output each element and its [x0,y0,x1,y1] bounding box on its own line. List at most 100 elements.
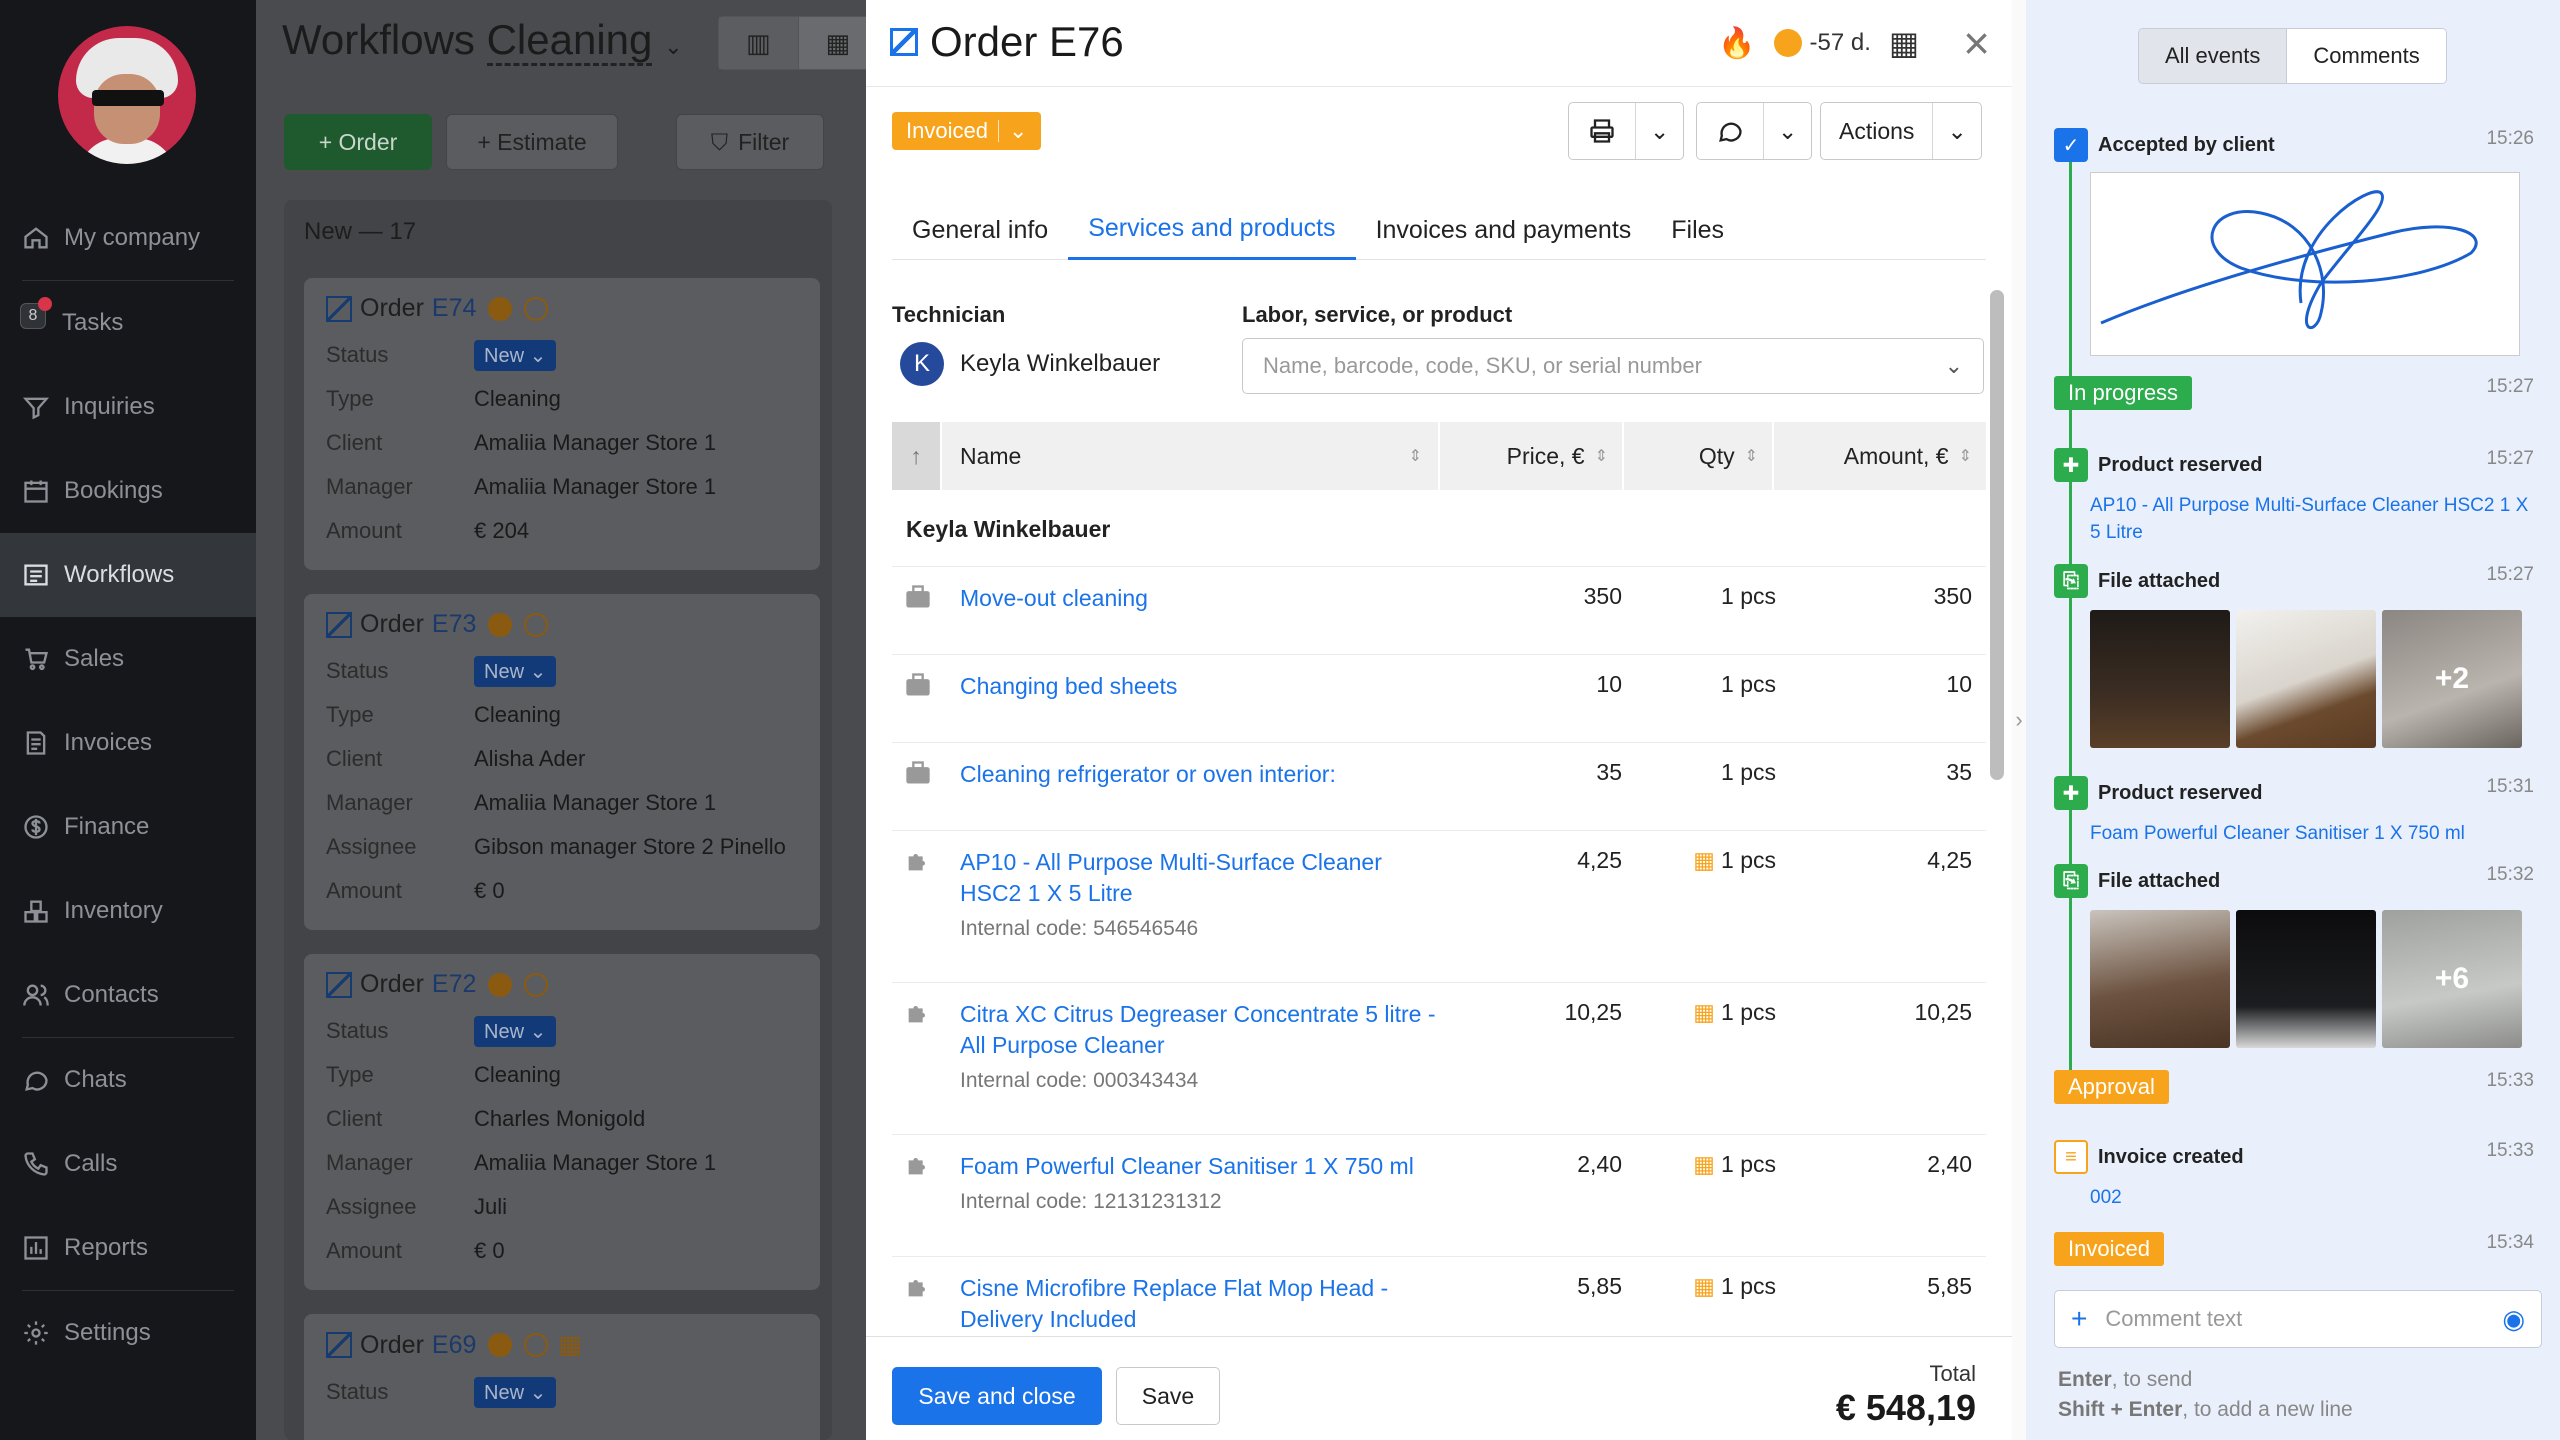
actions-button[interactable]: Actions ⌄ [1820,102,1982,160]
attachment-thumbnail[interactable] [2236,910,2376,1048]
sidebar-item-settings[interactable]: Settings [0,1291,256,1375]
status-badge[interactable]: New ⌄ [474,1376,557,1408]
sidebar: My company 8 Tasks Inquiries Bookings Wor… [0,0,256,1440]
gear-icon [24,1321,48,1345]
reserved-boxes-icon: ▦ [1693,847,1716,873]
boxes-icon [24,900,48,923]
chevron-down-icon: ⌄ [1008,118,1028,143]
product-puzzle-icon [904,1151,932,1179]
filter-button[interactable]: ⛉ Filter [676,114,824,170]
order-card[interactable]: Order E73 Status New ⌄ Type Cleaning Client… [304,594,820,930]
product-search-input[interactable]: Name, barcode, code, SKU, or serial numb… [1242,338,1984,394]
col-price[interactable]: Price, € ⇕ [1440,422,1624,490]
order-title: Order E76 [930,18,1124,65]
order-modal: Order E76 🔥 -57 d. ▦ × Invoiced ⌄ ⌄ ⌄ Act… [866,0,2026,1440]
technician-select[interactable]: K Keyla Winkelbauer [900,342,1160,386]
collapse-panel-handle[interactable]: › [2012,0,2026,1440]
sidebar-item-finance[interactable]: Finance [0,785,256,869]
order-card[interactable]: Order E74 Status New ⌄ Type Cleaning Client… [304,278,820,570]
table-row[interactable]: Citra XC Citrus Degreaser Concentrate 5 … [892,982,1986,1134]
message-button[interactable]: ⌄ [1696,102,1813,160]
table-row[interactable]: Cleaning refrigerator or oven interior: … [892,742,1986,830]
status-badge[interactable]: New ⌄ [474,339,557,371]
tab-invoices-payments[interactable]: Invoices and payments [1356,200,1652,260]
view-switcher[interactable]: ▥ ▦ [718,16,878,70]
plus-icon[interactable]: + [2071,1303,2087,1335]
chevron-right-icon: › [2015,707,2023,732]
col-amount[interactable]: Amount, € ⇕ [1774,422,1986,490]
table-row[interactable]: AP10 - All Purpose Multi-Surface Cleaner… [892,830,1986,982]
order-card[interactable]: Order E72 Status New ⌄ Type Cleaning Client… [304,954,820,1290]
more-attachments[interactable]: +2 [2382,610,2522,748]
tab-all-events[interactable]: All events [2139,29,2288,83]
save-button[interactable]: Save [1116,1367,1220,1425]
sidebar-item-bookings[interactable]: Bookings [0,449,256,533]
comment-input[interactable]: + Comment text ◉ [2054,1290,2542,1348]
chevron-down-icon[interactable]: ⌄ [1635,103,1683,159]
user-avatar[interactable] [58,26,196,164]
chevron-down-icon[interactable]: ⌄ [1932,103,1980,159]
sidebar-item-invoices[interactable]: Invoices [0,701,256,785]
table-row[interactable]: Move-out cleaning 350 1 pcs 350 [892,566,1986,654]
flame-icon: 🔥 [1718,26,1756,60]
kanban-view-icon[interactable]: ▥ [719,17,799,69]
print-button[interactable]: ⌄ [1568,102,1685,160]
table-row[interactable]: Changing bed sheets 10 1 pcs 10 [892,654,1986,742]
add-estimate-button[interactable]: + Estimate [446,114,618,170]
tab-comments[interactable]: Comments [2287,29,2446,83]
order-card[interactable]: Order E69 ▦ Status New ⌄ [304,1314,820,1440]
notification-dot [38,297,52,311]
sidebar-item-contacts[interactable]: Contacts [0,953,256,1037]
funnel-icon [22,397,50,420]
events-panel: All events Comments ✓ Accepted by client 1… [2026,0,2560,1440]
tab-services-products[interactable]: Services and products [1068,200,1356,260]
table-row[interactable]: Cisne Microfibre Replace Flat Mop Head -… [892,1256,1986,1336]
table-row[interactable]: Foam Powerful Cleaner Sanitiser 1 X 750 … [892,1134,1986,1256]
save-and-close-button[interactable]: Save and close [892,1367,1102,1425]
sidebar-item-inquiries[interactable]: Inquiries [0,365,256,449]
scrollbar[interactable] [1990,290,2004,780]
eye-icon[interactable]: ◉ [2502,1304,2525,1335]
close-icon[interactable]: × [1963,20,1990,66]
pipeline-select[interactable]: Cleaning [486,16,653,66]
sidebar-item-inventory[interactable]: Inventory [0,869,256,953]
sidebar-item-sales[interactable]: Sales [0,617,256,701]
sidebar-item-reports[interactable]: Reports [0,1206,256,1290]
overdue-icon [488,1333,513,1357]
col-name[interactable]: Name ⇕ [942,422,1440,490]
event-accepted: ✓ Accepted by client 15:26 [2054,128,2534,356]
paperclip-icon: ⎘ [2054,864,2088,898]
invoice-link[interactable]: 002 [2090,1184,2534,1211]
reserved-icon: ▦ [558,1331,583,1359]
attachment-thumbnail[interactable] [2090,910,2230,1048]
workflow-board: Workflows Cleaning ⌄ ▥ ▦ + Order + Estima… [256,0,878,1440]
service-icon [904,583,932,611]
events-tabs: All events Comments [2138,28,2447,84]
paperclip-icon: ⎘ [2054,564,2088,598]
reserved-product-link[interactable]: Foam Powerful Cleaner Sanitiser 1 X 750 … [2090,820,2534,847]
sidebar-item-my-company[interactable]: My company [0,196,256,280]
more-attachments[interactable]: +6 [2382,910,2522,1048]
puzzle-icon: ✚ [2054,776,2088,810]
sidebar-item-workflows[interactable]: Workflows [0,533,256,617]
tab-general-info[interactable]: General info [892,200,1068,260]
attachment-thumbnail[interactable] [2090,610,2230,748]
total-label: Total [1929,1361,1976,1386]
order-status-select[interactable]: Invoiced ⌄ [892,112,1042,150]
qr-code-icon[interactable]: ▦ [1889,24,1919,62]
reserved-product-link[interactable]: AP10 - All Purpose Multi-Surface Cleaner… [2090,492,2534,546]
chevron-down-icon[interactable]: ⌄ [1763,103,1811,159]
status-badge[interactable]: New ⌄ [474,1015,557,1047]
tab-files[interactable]: Files [1651,200,1744,260]
sidebar-item-calls[interactable]: Calls [0,1122,256,1206]
page-title: Workflows Cleaning ⌄ [282,16,683,66]
add-order-button[interactable]: + Order [284,114,432,170]
col-qty[interactable]: Qty ⇕ [1624,422,1774,490]
sidebar-item-chats[interactable]: Chats [0,1038,256,1122]
client-signature[interactable] [2090,172,2520,356]
sort-up-icon[interactable]: ↑ [892,422,942,490]
status-badge[interactable]: New ⌄ [474,655,557,687]
attachment-thumbnail[interactable] [2236,610,2376,748]
column-header: New — 17 [304,218,417,245]
sidebar-item-tasks[interactable]: 8 Tasks [0,281,256,365]
